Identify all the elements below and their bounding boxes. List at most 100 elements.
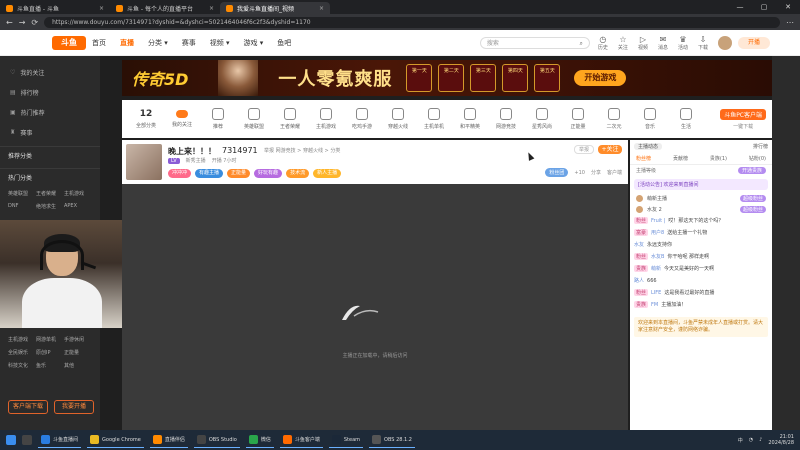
follow-button[interactable]: ☆ 关注 (618, 35, 628, 51)
viewer-row[interactable]: 水友 2 超级粉丝 (630, 204, 772, 215)
sidebar-category[interactable]: 手游休闲 (64, 336, 92, 343)
volume-icon[interactable]: ♪ (759, 437, 762, 443)
chat-user[interactable]: 水友B (651, 253, 664, 260)
chat-user[interactable]: FM (651, 302, 658, 308)
category-item[interactable]: 生活 (668, 108, 704, 130)
taskbar-app[interactable]: Google Chrome (87, 432, 144, 448)
room-tag[interactable]: 有趣主播 (195, 169, 224, 178)
sidebar-category[interactable]: APEX (64, 203, 92, 210)
all-categories[interactable]: 12 全部分类 (128, 109, 164, 129)
start-live-button[interactable]: 开播 (738, 36, 770, 49)
taskbar-app[interactable]: OBS Studio (193, 432, 240, 448)
douyu-logo[interactable]: 斗鱼 (52, 35, 86, 50)
category-item[interactable]: 推荐 (200, 108, 236, 130)
search-input[interactable]: 搜索 ⌕ (479, 36, 590, 49)
tab-rank[interactable]: 排行榜 (753, 143, 768, 150)
category-item[interactable]: 音乐 (632, 108, 668, 130)
nav-category[interactable]: 分类 ▾ (148, 38, 168, 48)
sidebar-category[interactable]: 网游单机 (36, 336, 64, 343)
reload-icon[interactable]: ⟳ (31, 18, 38, 27)
streamer-name[interactable]: 新秀主播 (186, 157, 206, 164)
nav-home[interactable]: 首页 (92, 38, 106, 48)
browser-tab-1[interactable]: 斗鱼直播 - 斗鱼 × (0, 2, 110, 14)
go-live-button[interactable]: 我要开播 (54, 400, 94, 414)
close-tab-icon[interactable]: × (99, 5, 104, 12)
close-window-icon[interactable]: ✕ (776, 0, 800, 14)
room-tag[interactable]: 冲冲冲 (168, 169, 192, 178)
taskbar-app[interactable]: 直播伴侣 (149, 432, 188, 448)
chat-user[interactable]: LIFE (651, 290, 661, 296)
sidebar-item-rank[interactable]: ▤ 排行榜 (0, 82, 100, 102)
language-indicator[interactable]: 中 (738, 437, 743, 444)
taskbar-app[interactable]: 微信 (245, 432, 274, 448)
browser-tab-3[interactable]: 我爱斗鱼直播间_视频 × (220, 2, 330, 14)
sidebar-category[interactable]: DNF (8, 203, 36, 210)
sidebar-category[interactable]: 全民娱乐 (8, 349, 36, 356)
sidebar-category[interactable]: 鱼乐 (36, 362, 64, 369)
room-tag[interactable]: 好玩有趣 (254, 169, 283, 178)
download-button[interactable]: ⇩ 下载 (698, 35, 708, 51)
nav-yuba[interactable]: 鱼吧 (277, 38, 291, 48)
back-icon[interactable]: ← (6, 18, 13, 27)
sidebar-category[interactable]: 原创IP (36, 349, 64, 356)
room-tag[interactable]: 新人主播 (313, 169, 342, 178)
sidebar-category[interactable]: 王者荣耀 (36, 190, 64, 197)
report-button[interactable]: 举报 (574, 145, 594, 154)
room-tag[interactable]: 技术流 (286, 169, 310, 178)
follow-button[interactable]: +关注 (598, 145, 622, 154)
sidebar-item-esports[interactable]: ♜ 赛事 (0, 122, 100, 142)
minimize-icon[interactable]: — (728, 0, 752, 14)
room-tag[interactable]: 正能量 (227, 169, 251, 178)
user-avatar[interactable] (718, 35, 732, 50)
nav-esports[interactable]: 赛事 (182, 38, 196, 48)
share-button[interactable]: 分享 (591, 169, 601, 176)
category-item[interactable]: 主机游戏 (308, 108, 344, 130)
sidebar-category[interactable]: 主机游戏 (8, 336, 36, 343)
history-button[interactable]: ◷ 历史 (598, 35, 608, 51)
maximize-icon[interactable]: ▢ (752, 0, 776, 14)
category-item[interactable]: 主机单机 (416, 108, 452, 130)
sidebar-category[interactable]: 绝地求生 (36, 203, 64, 210)
nav-live[interactable]: 直播 (120, 38, 134, 48)
room-category[interactable]: 举报 网游竞技 > 穿越火线 > 分类 (264, 147, 340, 154)
sidebar-category[interactable]: 英雄联盟 (8, 190, 36, 197)
clock[interactable]: 21:01 2024/8/28 (768, 434, 794, 446)
sidebar-item-follow[interactable]: ♡ 我的关注 (0, 62, 100, 82)
tab-diamond[interactable]: 钻粉(0) (749, 155, 766, 162)
chat-user[interactable]: 水友 (634, 241, 644, 248)
sidebar-category[interactable]: 主机游戏 (64, 190, 92, 197)
taskbar-app[interactable]: 斗鱼客户端 (279, 432, 323, 448)
category-item[interactable]: 星秀风尚 (524, 108, 560, 130)
nav-video[interactable]: 视频 ▾ (210, 38, 230, 48)
category-item[interactable]: 正能量 (560, 108, 596, 130)
category-item[interactable]: 和平精英 (452, 108, 488, 130)
close-tab-icon[interactable]: × (319, 5, 324, 12)
activity-button[interactable]: ♛ 活动 (678, 35, 688, 51)
category-item[interactable]: 英雄联盟 (236, 108, 272, 130)
category-item[interactable]: 吃鸡手游 (344, 108, 380, 130)
video-player[interactable]: 主播正在加载中，请稍后访问 (122, 184, 628, 430)
pc-app-download[interactable]: 斗鱼PC客户端 一键下载 (720, 108, 766, 130)
vip-button[interactable]: 开通贵族 (737, 167, 766, 174)
sidebar-category[interactable]: 科技文化 (8, 362, 36, 369)
chat-user[interactable]: Fruit | (651, 218, 665, 224)
category-item[interactable]: 穿越火线 (380, 108, 416, 130)
category-item[interactable]: 王者荣耀 (272, 108, 308, 130)
search-icon[interactable]: ⌕ (580, 38, 583, 49)
streamer-avatar[interactable] (126, 144, 162, 180)
close-tab-icon[interactable]: × (209, 5, 214, 12)
fans-club-button[interactable]: 粉丝团 (545, 168, 569, 177)
chat-user[interactable]: 萌新 (651, 265, 661, 272)
tab-streamer-news[interactable]: 主播动态 (634, 143, 663, 150)
client-button[interactable]: 客户端 (607, 169, 622, 176)
tab-nobles[interactable]: 贵族(1) (710, 155, 727, 162)
sidebar-category[interactable]: 正能量 (64, 349, 92, 356)
tab-fans-rank[interactable]: 粉丝榜 (636, 155, 651, 162)
nav-games[interactable]: 游戏 ▾ (244, 38, 264, 48)
tab-contribution[interactable]: 贡献榜 (673, 155, 688, 162)
viewer-row[interactable]: 萌新主播 超级粉丝 (630, 193, 772, 204)
client-download-button[interactable]: 客户端下载 (8, 400, 48, 414)
category-item[interactable]: 我的关注 (164, 110, 200, 128)
browser-tab-2[interactable]: 斗鱼 - 每个人的直播平台 × (110, 2, 220, 14)
wifi-icon[interactable]: ◔ (749, 437, 753, 443)
